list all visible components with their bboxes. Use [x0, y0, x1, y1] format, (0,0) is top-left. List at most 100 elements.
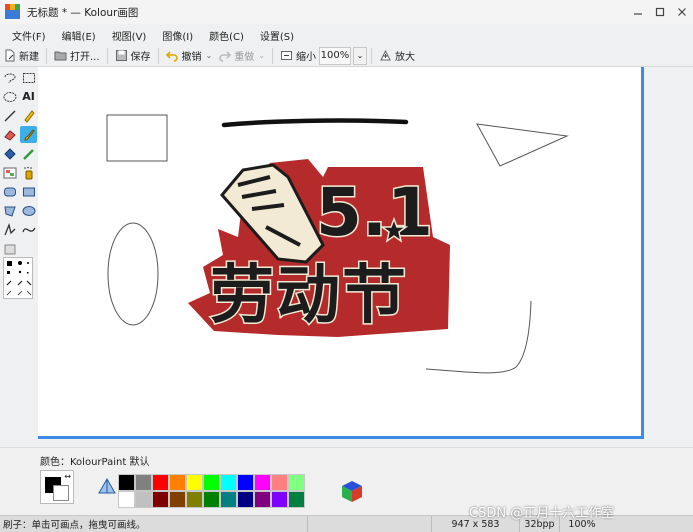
- eraser-tool[interactable]: [1, 126, 18, 143]
- color-swatch[interactable]: [169, 491, 186, 508]
- pen-tool-icon: [23, 109, 35, 123]
- color-swatch[interactable]: [203, 491, 220, 508]
- color-swatch[interactable]: [186, 491, 203, 508]
- fill-tool[interactable]: [1, 145, 18, 162]
- color-swatch[interactable]: [152, 491, 169, 508]
- undo-button[interactable]: 撤销 ⌄: [163, 46, 216, 66]
- menu-settings[interactable]: 设置(S): [260, 28, 294, 43]
- brush-tool[interactable]: [20, 126, 37, 143]
- ellipse-tool-icon: [22, 205, 35, 216]
- open-button[interactable]: 打开...: [51, 46, 103, 66]
- new-button[interactable]: 新建: [0, 46, 42, 66]
- stamp-tool-icon: [4, 244, 15, 254]
- app-logo-icon: [5, 4, 21, 20]
- color-swatch[interactable]: [135, 474, 152, 491]
- color-cube-icon[interactable]: [339, 478, 365, 504]
- rect-tool-icon: [22, 187, 35, 196]
- minimize-icon: [634, 13, 642, 15]
- color-swatch[interactable]: [271, 474, 288, 491]
- freeform-select-tool[interactable]: [1, 69, 18, 86]
- color-swatch[interactable]: [203, 474, 220, 491]
- menu-colors[interactable]: 颜色(C): [209, 28, 244, 43]
- new-file-icon: [5, 49, 15, 62]
- ellipse-tool[interactable]: [20, 202, 37, 219]
- zoom-out-button[interactable]: 缩小: [277, 46, 319, 66]
- brush-options-panel: [3, 257, 33, 299]
- undo-button-label: 撤销: [181, 52, 202, 63]
- text-tool-icon: AI: [22, 90, 35, 103]
- color-swatch[interactable]: [254, 491, 271, 508]
- zoom-dropdown-button[interactable]: ⌄: [352, 46, 367, 65]
- polyline-tool-icon: [3, 222, 15, 235]
- zoom-out-icon: [280, 51, 292, 60]
- zoom-in-button[interactable]: 放大: [376, 46, 418, 66]
- undo-dropdown-icon[interactable]: ⌄: [206, 51, 213, 60]
- polyline-tool[interactable]: [1, 221, 18, 238]
- current-colors-box[interactable]: ↔: [40, 470, 74, 504]
- redo-dropdown-icon[interactable]: ⌄: [258, 51, 265, 60]
- zoom-level-input[interactable]: 100%: [318, 46, 351, 65]
- badge-text: 劳动节: [210, 259, 408, 333]
- spraycan-icon: [23, 166, 32, 179]
- color-swatch[interactable]: [118, 474, 135, 491]
- line-tool[interactable]: [1, 107, 18, 124]
- save-button[interactable]: 保存: [112, 46, 154, 66]
- color-swatch[interactable]: [220, 491, 237, 508]
- drawn-thick-line: [221, 118, 409, 128]
- maximize-button[interactable]: [649, 0, 671, 24]
- rect-tool[interactable]: [20, 183, 37, 200]
- color-swatch[interactable]: [220, 474, 237, 491]
- menu-view[interactable]: 视图(V): [112, 28, 147, 43]
- pen-tool[interactable]: [20, 107, 37, 124]
- color-swatch[interactable]: [237, 491, 254, 508]
- maximize-icon: [655, 7, 665, 17]
- zoom-tool[interactable]: [1, 164, 18, 181]
- drawn-triangle: [476, 123, 569, 167]
- color-swatch[interactable]: [169, 474, 186, 491]
- menu-edit[interactable]: 编辑(E): [62, 28, 96, 43]
- menu-image[interactable]: 图像(I): [162, 28, 193, 43]
- color-swatch[interactable]: [271, 491, 288, 508]
- color-swatch[interactable]: [288, 491, 305, 508]
- window-title: 无标题 * — Kolour画图: [27, 6, 139, 19]
- open-button-label: 打开...: [70, 52, 100, 63]
- fill-tool-icon: [3, 147, 16, 160]
- color-swatch[interactable]: [135, 491, 152, 508]
- color-swatch[interactable]: [237, 474, 254, 491]
- canvas-drawing: 5.1 劳动节: [106, 114, 569, 374]
- menu-file[interactable]: 文件(F): [12, 28, 46, 43]
- may-day-badge: 5.1 劳动节: [188, 159, 450, 337]
- ellipse-select-tool[interactable]: [1, 88, 18, 105]
- color-swatch[interactable]: [186, 474, 203, 491]
- polygon-tool[interactable]: [1, 202, 18, 219]
- color-swatch[interactable]: [288, 474, 305, 491]
- rect-select-tool[interactable]: [20, 69, 37, 86]
- title-bar: 无标题 * — Kolour画图: [0, 0, 693, 24]
- stamp-tool[interactable]: [1, 240, 18, 257]
- tool-box: AI: [0, 67, 38, 447]
- redo-button[interactable]: 重做 ⌄: [215, 46, 268, 66]
- curve-tool[interactable]: [20, 221, 37, 238]
- spraycan-tool[interactable]: [20, 164, 37, 181]
- drawing-canvas[interactable]: 5.1 劳动节: [38, 67, 644, 439]
- color-swatch[interactable]: [254, 474, 271, 491]
- redo-button-label: 重做: [234, 52, 255, 63]
- canvas-scroll-area[interactable]: 5.1 劳动节: [38, 67, 693, 447]
- rounded-rect-tool[interactable]: [1, 183, 18, 200]
- save-button-label: 保存: [130, 52, 151, 63]
- color-picker-icon: [22, 148, 34, 160]
- brush-size-options[interactable]: [4, 258, 34, 300]
- eraser-tool-icon: [3, 129, 16, 141]
- color-swatch[interactable]: [152, 474, 169, 491]
- text-tool[interactable]: AI: [20, 88, 37, 105]
- color-picker-tool[interactable]: [20, 145, 37, 162]
- minimize-button[interactable]: [627, 0, 649, 24]
- zoom-out-label: 缩小: [295, 52, 316, 63]
- rect-select-icon: [22, 72, 35, 83]
- watermark-text: CSDN @正月十六工作室: [469, 506, 615, 521]
- swap-colors-icon[interactable]: ↔: [64, 472, 71, 481]
- background-color[interactable]: [53, 485, 69, 501]
- color-similarity-icon[interactable]: [98, 478, 116, 496]
- close-button[interactable]: [671, 0, 693, 24]
- color-swatch[interactable]: [118, 491, 135, 508]
